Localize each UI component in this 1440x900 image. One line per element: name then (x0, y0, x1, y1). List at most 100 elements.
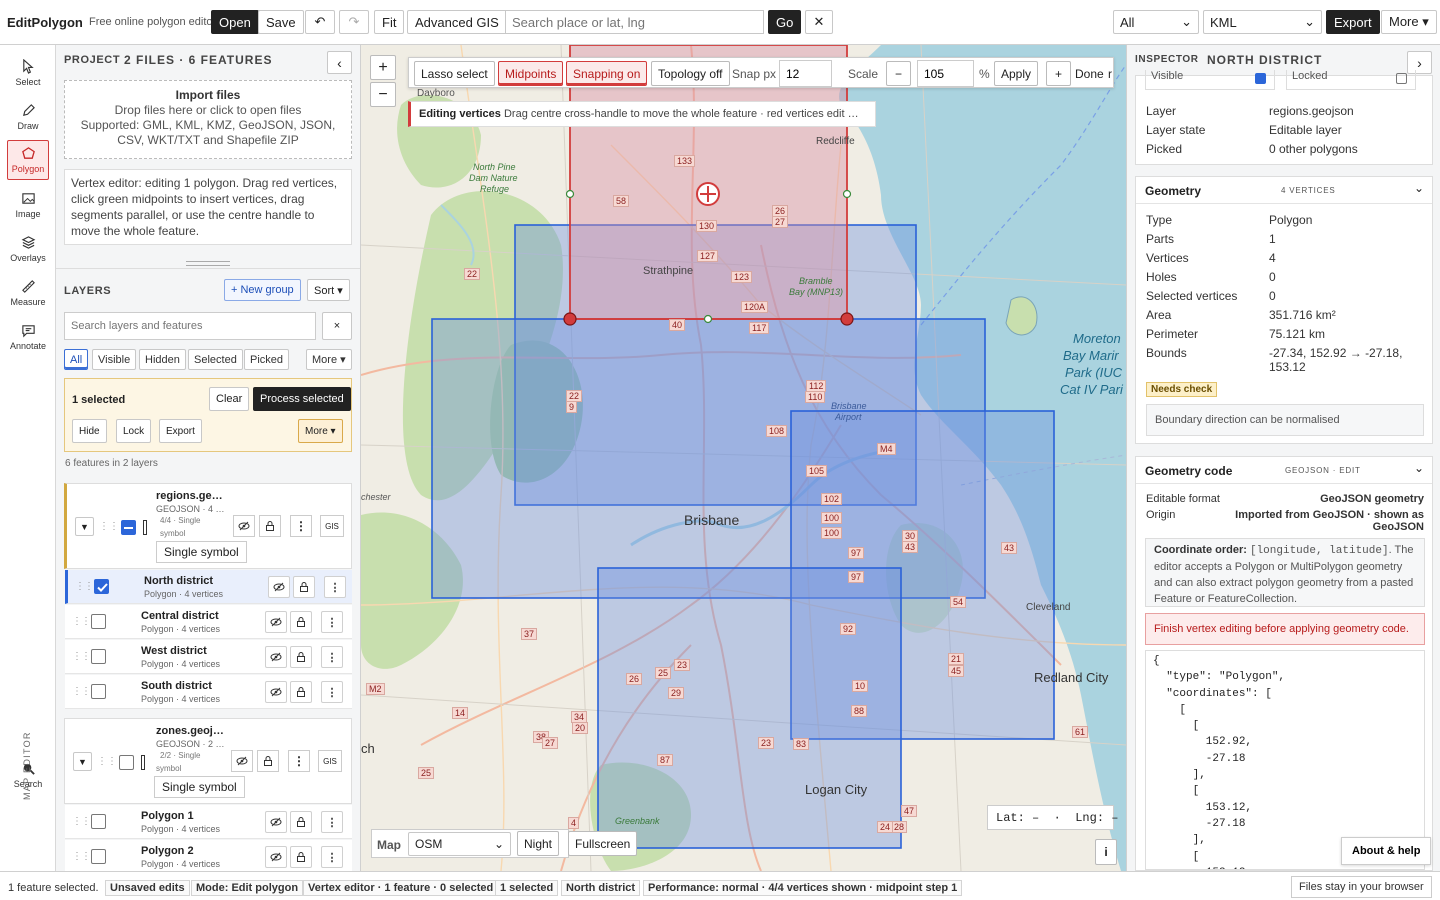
drag-handle-icon[interactable]: ⋮⋮ (72, 616, 91, 627)
selection-more-button[interactable]: More ▾ (298, 419, 343, 443)
drag-handle-icon[interactable]: ⋮⋮ (75, 581, 94, 592)
fit-button[interactable]: Fit (374, 10, 405, 34)
layer-group-regions[interactable]: ▼ ⋮⋮ regions.ge… GEOJSON · 4 … 4/4 · Sin… (64, 483, 352, 569)
hide-selected-button[interactable]: Hide (72, 419, 107, 443)
topology-toggle[interactable]: Topology off (651, 61, 730, 86)
clear-search-button[interactable]: ✕ (805, 10, 833, 34)
feature-row-south[interactable]: ⋮⋮ South district Polygon · 4 vertices ⋮ (65, 675, 352, 709)
sort-button[interactable]: Sort ▾ (307, 279, 350, 301)
feature-checkbox[interactable] (91, 814, 106, 829)
feature-lock-button[interactable] (290, 811, 312, 833)
feature-menu-button[interactable]: ⋮ (321, 846, 343, 868)
filter-chip-all[interactable]: All (64, 349, 89, 370)
snapping-toggle[interactable]: Snapping on (566, 61, 648, 86)
tool-select[interactable]: Select (7, 53, 49, 93)
scale-increase-button[interactable]: + (1046, 61, 1071, 86)
drag-handle-icon[interactable]: ⋮⋮ (72, 686, 91, 697)
feature-visibility-button[interactable] (268, 576, 290, 598)
lock-selected-button[interactable]: Lock (116, 419, 152, 443)
filter-chip-picked[interactable]: Picked (244, 349, 290, 370)
group-checkbox-partial[interactable] (121, 520, 136, 535)
drag-handle-icon[interactable]: ⋮⋮ (72, 651, 91, 662)
fullscreen-button[interactable]: Fullscreen (568, 831, 638, 856)
export-selected-button[interactable]: Export (159, 419, 202, 443)
layer-group-zones[interactable]: ▼ ⋮⋮ zones.geoj… GEOJSON · 2 … 2/2 · Sin… (64, 718, 352, 804)
collapse-panel-button[interactable]: ‹ (327, 51, 352, 74)
about-help-button[interactable]: About & help (1341, 837, 1432, 865)
group-color-swatch[interactable] (141, 755, 145, 770)
group-checkbox[interactable] (119, 755, 134, 770)
feature-row-polygon-2[interactable]: ⋮⋮ Polygon 2 Polygon · 4 vertices ⋮ (65, 840, 352, 871)
scale-decrease-button[interactable]: − (886, 61, 911, 86)
group-collapse-toggle[interactable]: ▼ (73, 752, 92, 771)
group-gis-button[interactable]: GIS (318, 750, 342, 772)
feature-lock-button[interactable] (290, 846, 312, 868)
feature-lock-button[interactable] (293, 576, 315, 598)
feature-checkbox[interactable] (91, 649, 106, 664)
feature-row-central[interactable]: ⋮⋮ Central district Polygon · 4 vertices… (65, 605, 352, 639)
group-lock-button[interactable] (259, 515, 281, 537)
group-gis-button[interactable]: GIS (320, 515, 344, 537)
redo-button[interactable]: ↷ (339, 10, 369, 34)
export-format-select[interactable]: KML ⌄ (1203, 10, 1322, 34)
feature-menu-button[interactable]: ⋮ (321, 811, 343, 833)
feature-visibility-button[interactable] (265, 681, 287, 703)
filter-chip-selected[interactable]: Selected (188, 349, 243, 370)
scale-input[interactable] (917, 60, 974, 87)
drag-handle-icon[interactable]: ⋮⋮ (72, 851, 91, 862)
tool-polygon[interactable]: Polygon (7, 140, 49, 180)
feature-menu-button[interactable]: ⋮ (321, 646, 343, 668)
feature-menu-button[interactable]: ⋮ (321, 681, 343, 703)
tool-image[interactable]: Image (7, 185, 49, 225)
group-collapse-toggle[interactable]: ▼ (75, 517, 94, 536)
filter-chip-visible[interactable]: Visible (92, 349, 137, 370)
group-menu-button[interactable]: ⋮ (290, 515, 312, 537)
process-selected-button[interactable]: Process selected (253, 387, 351, 411)
feature-checkbox[interactable] (91, 849, 106, 864)
undo-button[interactable]: ↶ (305, 10, 335, 34)
feature-row-polygon-1[interactable]: ⋮⋮ Polygon 1 Polygon · 4 vertices ⋮ (65, 805, 352, 839)
import-dropzone[interactable]: Import files Drop files here or click to… (64, 80, 352, 159)
save-button[interactable]: Save (258, 10, 304, 34)
lasso-select-button[interactable]: Lasso select (414, 61, 495, 86)
drag-handle-icon[interactable]: ⋮⋮ (72, 816, 91, 827)
filter-chip-hidden[interactable]: Hidden (139, 349, 186, 370)
locked-checkbox[interactable] (1396, 73, 1407, 84)
tool-annotate[interactable]: Annotate (7, 317, 49, 357)
advanced-gis-button[interactable]: Advanced GIS (407, 10, 507, 34)
group-visibility-button[interactable] (233, 515, 255, 537)
feature-checkbox[interactable] (91, 614, 106, 629)
group-lock-button[interactable] (257, 750, 279, 772)
more-menu-button[interactable]: More ▾ (1381, 10, 1437, 34)
filter-select[interactable]: All ⌄ (1113, 10, 1199, 34)
tool-draw[interactable]: Draw (7, 97, 49, 137)
tool-measure[interactable]: Measure (7, 273, 49, 313)
new-group-button[interactable]: + New group (224, 279, 301, 301)
group-symbol-button[interactable]: Single symbol (154, 776, 245, 798)
feature-visibility-button[interactable] (265, 811, 287, 833)
geometry-code-header[interactable]: Geometry code GEOJSON · EDIT ⌄ (1136, 457, 1432, 484)
feature-menu-button[interactable]: ⋮ (324, 576, 346, 598)
basemap-select[interactable]: OSM ⌄ (408, 832, 511, 856)
filter-more-button[interactable]: More ▾ (306, 349, 352, 370)
feature-visibility-button[interactable] (265, 846, 287, 868)
group-symbol-button[interactable]: Single symbol (156, 541, 247, 563)
export-button[interactable]: Export (1326, 10, 1380, 34)
feature-checkbox[interactable] (91, 684, 106, 699)
feature-checkbox[interactable] (94, 579, 109, 594)
group-visibility-button[interactable] (231, 750, 253, 772)
layer-search-clear-button[interactable]: × (322, 312, 352, 340)
feature-visibility-button[interactable] (265, 646, 287, 668)
info-button[interactable]: i (1095, 839, 1117, 865)
feature-row-west[interactable]: ⋮⋮ West district Polygon · 4 vertices ⋮ (65, 640, 352, 674)
group-color-swatch[interactable] (143, 520, 147, 535)
clear-selection-button[interactable]: Clear (209, 387, 250, 411)
night-mode-button[interactable]: Night (517, 831, 560, 856)
done-button[interactable]: Done (1075, 67, 1104, 81)
boundary-note[interactable]: Boundary direction can be normalised (1146, 404, 1424, 436)
map-canvas[interactable]: Dayboro Redcliffe Strathpine Brisbane Lo… (361, 45, 1126, 871)
feature-lock-button[interactable] (290, 611, 312, 633)
drag-handle-icon[interactable]: ⋮⋮ (99, 521, 119, 532)
feature-lock-button[interactable] (290, 646, 312, 668)
tool-overlays[interactable]: Overlays (7, 229, 49, 269)
